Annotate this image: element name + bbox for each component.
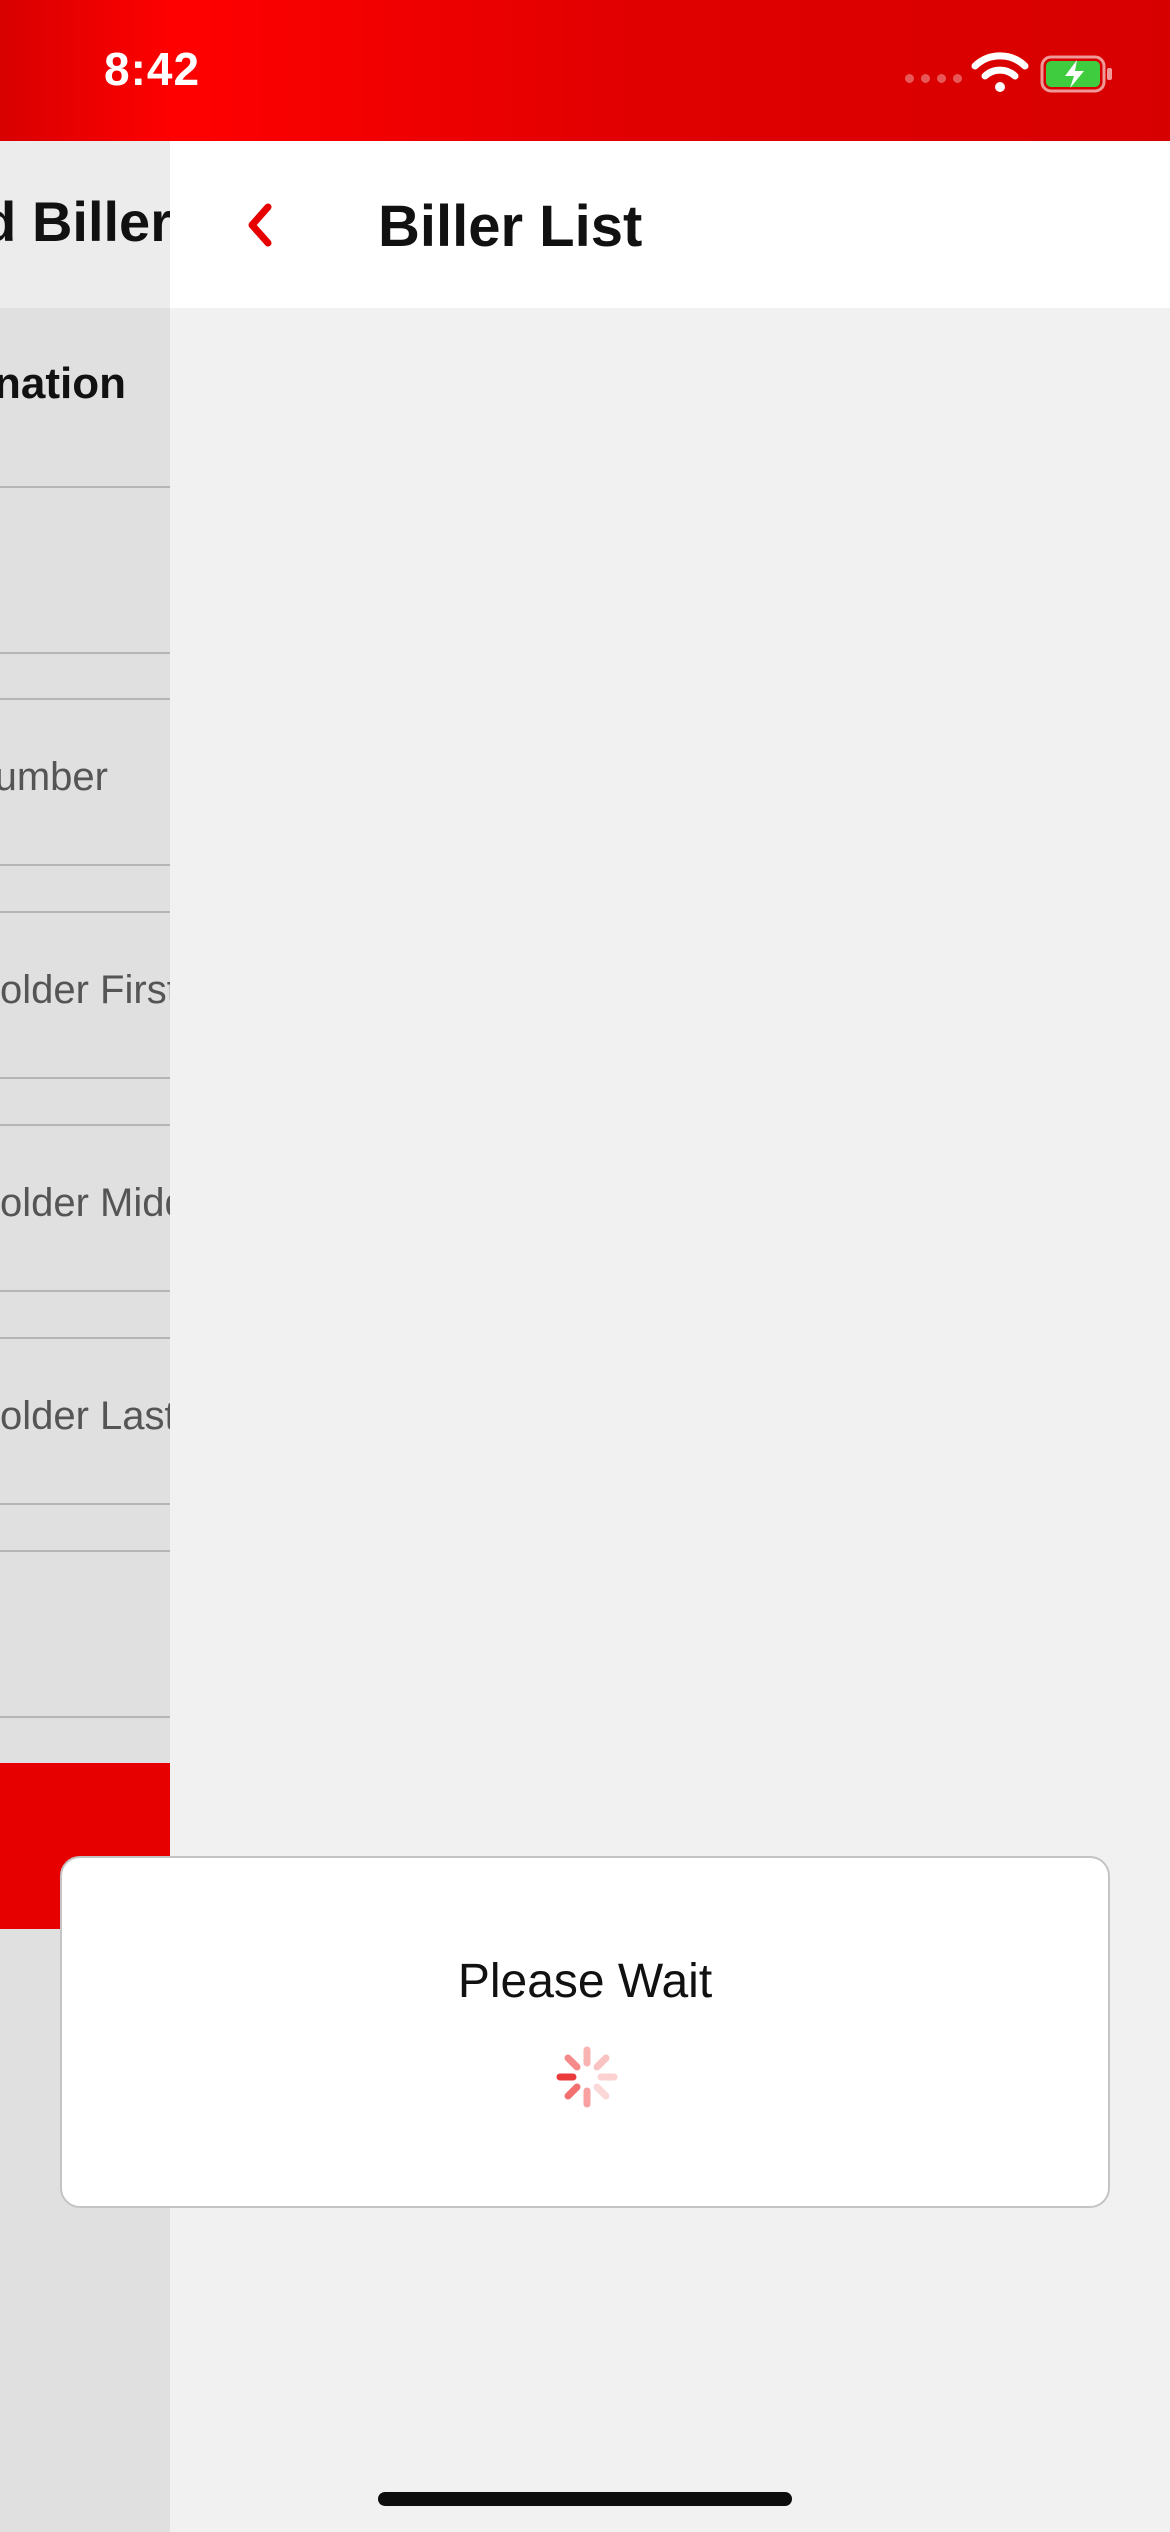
wifi-icon — [971, 52, 1029, 92]
back-chevron-icon[interactable] — [232, 195, 292, 255]
battery-charging-icon — [1040, 55, 1112, 93]
background-field-account-number: umber — [0, 698, 170, 866]
cellular-signal-icon — [905, 74, 962, 83]
page-title: Biller List — [378, 194, 643, 259]
home-indicator — [378, 2492, 792, 2506]
status-time: 8:42 — [104, 43, 201, 95]
background-field-middle-name: older Middle — [0, 1124, 170, 1292]
nav-header: Biller List — [170, 141, 1170, 308]
loading-message: Please Wait — [457, 1955, 713, 2008]
background-section-title: nation — [0, 359, 126, 408]
loading-dialog: Please Wait — [60, 1856, 1110, 2208]
status-bar: 8:42 — [0, 0, 1170, 141]
background-field-first-name: older First — [0, 911, 170, 1079]
background-header-title: d Biller — [0, 190, 170, 253]
background-field-last-name: older Last — [0, 1337, 170, 1505]
background-field — [0, 1550, 170, 1718]
background-header: d Biller — [0, 141, 170, 308]
background-field — [0, 486, 170, 654]
loading-spinner-icon — [556, 2046, 618, 2108]
